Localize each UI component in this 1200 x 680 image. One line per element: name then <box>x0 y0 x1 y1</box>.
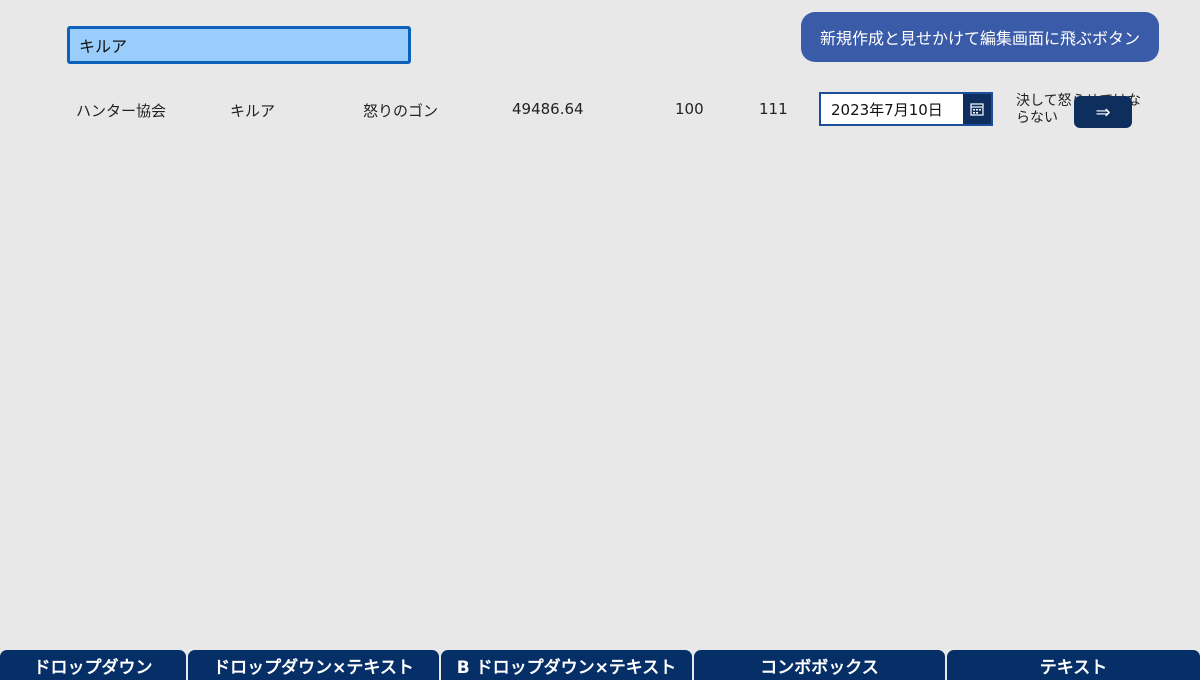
tab-dropdown[interactable]: ドロップダウン <box>0 650 186 680</box>
tab-dropdown-text[interactable]: ドロップダウン×テキスト <box>188 650 439 680</box>
tab-combobox[interactable]: コンボボックス <box>694 650 945 680</box>
text-label: 怒りのゴン <box>363 102 439 120</box>
tab-text[interactable]: テキスト <box>947 650 1200 680</box>
arrow-right-icon[interactable]: ⇒ <box>1074 96 1132 128</box>
amount-label: 49486.64 <box>512 100 584 118</box>
search-field[interactable] <box>67 26 411 64</box>
value2-label: 111 <box>759 100 788 118</box>
date-picker[interactable]: 2023年7月10日 <box>819 92 993 126</box>
gallery-row: ハンター協会 キルア 怒りのゴン 49486.64 100 111 2023年7… <box>0 90 1200 132</box>
date-value[interactable]: 2023年7月10日 <box>821 94 963 124</box>
name-label: キルア <box>230 102 276 120</box>
bottom-tab-bar: ドロップダウン ドロップダウン×テキスト B ドロップダウン×テキスト コンボボ… <box>0 650 1200 680</box>
organization-label: ハンター協会 <box>76 102 167 120</box>
value1-label: 100 <box>675 100 704 118</box>
search-input[interactable] <box>70 29 408 61</box>
tab-b-dropdown-text[interactable]: B ドロップダウン×テキスト <box>441 650 692 680</box>
calendar-icon[interactable] <box>963 94 991 124</box>
new-edit-button[interactable]: 新規作成と見せかけて編集画面に飛ぶボタン <box>801 12 1159 62</box>
